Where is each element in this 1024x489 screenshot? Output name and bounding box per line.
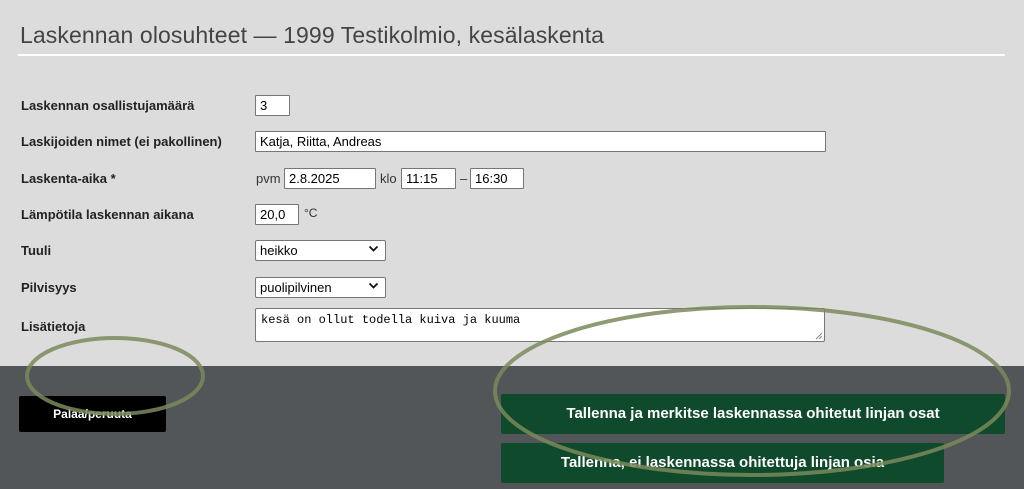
clouds-select[interactable]: puolipilvinen	[255, 277, 386, 298]
chevron-down-icon	[368, 282, 379, 289]
participants-input[interactable]: 3	[255, 95, 290, 116]
wind-select[interactable]: heikko	[255, 240, 386, 261]
names-input[interactable]: Katja, Riitta, Andreas	[255, 131, 826, 152]
resize-grip-icon[interactable]	[815, 332, 823, 340]
clouds-label: Pilvisyys	[21, 280, 77, 295]
page-title: Laskennan olosuhteet — 1999 Testikolmio,…	[20, 22, 605, 48]
start-time-input[interactable]: 11:15	[401, 168, 456, 189]
notes-textarea[interactable]: kesä on ollut todella kuiva ja kuuma	[255, 308, 825, 342]
back-button[interactable]: Palaa/peruuta	[19, 396, 166, 432]
wind-row: Tuuli heikko	[0, 240, 1024, 262]
chevron-down-icon	[368, 245, 379, 252]
notes-label: Lisätietoja	[21, 319, 86, 334]
temperature-input[interactable]: 20,0	[255, 204, 299, 225]
time-label: Laskenta-aika *	[21, 171, 116, 186]
names-label: Laskijoiden nimet (ei pakollinen)	[21, 134, 222, 149]
temperature-unit: °C	[304, 206, 318, 220]
date-prefix: pvm	[256, 171, 281, 186]
notes-text: kesä on ollut todella kuiva ja kuuma	[261, 313, 521, 327]
save-nomark-button[interactable]: Tallenna, ei laskennassa ohitettuja linj…	[501, 443, 944, 483]
temperature-label: Lämpötila laskennan aikana	[21, 207, 194, 222]
temperature-row: Lämpötila laskennan aikana 20,0 °C	[0, 204, 1024, 226]
time-row: Laskenta-aika * pvm 2.8.2025 klo 11:15 –…	[0, 168, 1024, 190]
time-prefix: klo	[380, 171, 397, 186]
names-row: Laskijoiden nimet (ei pakollinen) Katja,…	[0, 131, 1024, 153]
participants-row: Laskennan osallistujamäärä 3	[0, 95, 1024, 117]
clouds-row: Pilvisyys puolipilvinen	[0, 277, 1024, 299]
participants-label: Laskennan osallistujamäärä	[21, 98, 195, 113]
date-input[interactable]: 2.8.2025	[284, 168, 376, 189]
wind-selected-value: heikko	[260, 243, 298, 258]
time-separator: –	[460, 171, 468, 186]
save-mark-button[interactable]: Tallenna ja merkitse laskennassa ohitetu…	[501, 394, 1005, 434]
wind-label: Tuuli	[21, 243, 52, 258]
end-time-input[interactable]: 16:30	[470, 168, 524, 189]
form-area: Laskennan olosuhteet — 1999 Testikolmio,…	[0, 0, 1024, 366]
clouds-selected-value: puolipilvinen	[260, 280, 332, 295]
title-divider	[18, 54, 1005, 56]
